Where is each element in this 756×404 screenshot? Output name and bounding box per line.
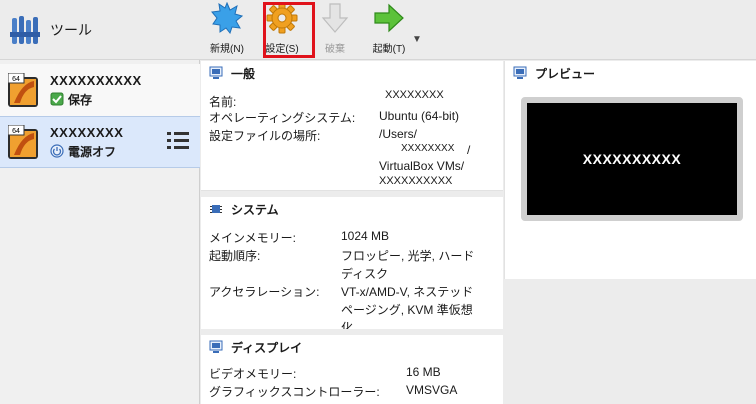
display-title: ディスプレイ bbox=[231, 340, 303, 355]
start-button[interactable]: 起動(T) bbox=[362, 2, 416, 58]
accel-key: アクセラレーション: bbox=[209, 285, 320, 299]
details-panel: 一般 名前: XXXXXXXX オペレーティングシステム: Ubuntu (64… bbox=[201, 61, 503, 404]
preview-title: プレビュー bbox=[535, 66, 596, 81]
display-header[interactable]: ディスプレイ bbox=[201, 335, 503, 359]
new-button[interactable]: 新規(N) bbox=[200, 2, 254, 58]
monitor-icon bbox=[209, 340, 223, 353]
boot-value-1: フロッピー, 光学, ハード bbox=[341, 249, 475, 263]
name-key: 名前: bbox=[209, 95, 237, 109]
vm-list-item-2[interactable]: 64 XXXXXXXX 電源オフ bbox=[0, 116, 200, 168]
svg-text:64: 64 bbox=[12, 128, 20, 135]
accel-value-2: ページング, KVM 準仮想 bbox=[341, 303, 473, 317]
general-section: 一般 名前: XXXXXXXX オペレーティングシステム: Ubuntu (64… bbox=[201, 61, 503, 191]
discard-arrow-down-icon bbox=[321, 3, 349, 33]
tools-icon bbox=[10, 15, 40, 44]
start-dropdown-icon[interactable]: ▼ bbox=[412, 34, 422, 45]
vm-name: XXXXXXXX bbox=[50, 124, 124, 140]
location-line3: VirtualBox VMs/ bbox=[379, 159, 465, 173]
tools-label: ツール bbox=[50, 21, 92, 38]
svg-text:64: 64 bbox=[12, 76, 20, 83]
monitor-icon bbox=[209, 66, 223, 79]
location-line4: XXXXXXXXXX bbox=[379, 175, 453, 187]
memory-value: 1024 MB bbox=[341, 229, 390, 243]
name-value: XXXXXXXX bbox=[385, 89, 444, 101]
monitor-icon bbox=[513, 66, 527, 79]
preview-panel: プレビュー XXXXXXXXXX bbox=[504, 61, 756, 279]
graphics-controller-key: グラフィックスコントローラー: bbox=[209, 385, 380, 399]
boot-value-2: ディスク bbox=[341, 267, 389, 281]
system-section: システム メインメモリー: 1024 MB 起動順序: フロッピー, 光学, ハ… bbox=[201, 197, 503, 335]
preview-screen: XXXXXXXXXX bbox=[521, 97, 743, 221]
location-key: 設定ファイルの場所: bbox=[209, 129, 321, 143]
vm-status-label: 電源オフ bbox=[68, 144, 117, 159]
general-title: 一般 bbox=[231, 66, 256, 81]
settings-highlight-box bbox=[263, 2, 315, 58]
start-arrow-right-icon bbox=[374, 3, 404, 33]
graphics-controller-value: VMSVGA bbox=[406, 383, 458, 397]
preview-header[interactable]: プレビュー bbox=[505, 61, 756, 85]
video-memory-key: ビデオメモリー: bbox=[209, 367, 297, 381]
boot-key: 起動順序: bbox=[209, 249, 261, 263]
list-menu-icon[interactable] bbox=[166, 129, 190, 153]
vm-status-label: 保存 bbox=[68, 92, 93, 107]
vm-status: 電源オフ bbox=[50, 143, 123, 160]
accel-value-1: VT-x/AMD-V, ネステッド bbox=[341, 285, 474, 299]
new-starburst-icon bbox=[211, 2, 243, 34]
location-line1: /Users/ bbox=[379, 127, 418, 141]
chip-icon bbox=[210, 205, 222, 213]
start-label: 起動(T) bbox=[372, 44, 406, 55]
ubuntu-64-vm-icon: 64 bbox=[8, 73, 38, 107]
memory-key: メインメモリー: bbox=[209, 231, 296, 245]
vm-name: XXXXXXXXXX bbox=[50, 72, 142, 88]
general-header[interactable]: 一般 bbox=[201, 61, 503, 85]
location-line2: XXXXXXXX bbox=[401, 143, 455, 154]
os-value: Ubuntu (64-bit) bbox=[379, 109, 460, 123]
os-key: オペレーティングシステム: bbox=[209, 111, 356, 125]
tools-item[interactable]: ツール bbox=[0, 0, 200, 60]
discard-button[interactable]: 破棄 bbox=[308, 2, 362, 58]
machine-list-panel: ツール 64 XXXXXXXXXX 保存 64 XXXXXXXX 電源オフ bbox=[0, 0, 200, 404]
display-section: ディスプレイ ビデオメモリー: 16 MB グラフィックスコントローラー: VM… bbox=[201, 335, 503, 404]
vm-list-item-1[interactable]: 64 XXXXXXXXXX 保存 bbox=[0, 64, 200, 116]
saved-state-icon bbox=[50, 92, 64, 106]
discard-label: 破棄 bbox=[325, 44, 345, 55]
new-label: 新規(N) bbox=[210, 44, 244, 55]
vm-status: 保存 bbox=[50, 91, 142, 108]
power-off-icon bbox=[50, 144, 64, 158]
ubuntu-64-vm-icon: 64 bbox=[8, 125, 38, 159]
preview-screen-text: XXXXXXXXXX bbox=[582, 151, 682, 167]
video-memory-value: 16 MB bbox=[406, 365, 441, 379]
location-slash: / bbox=[467, 143, 471, 157]
system-title: システム bbox=[231, 202, 279, 217]
preview-empty-area bbox=[504, 280, 756, 404]
system-header[interactable]: システム bbox=[201, 197, 503, 221]
